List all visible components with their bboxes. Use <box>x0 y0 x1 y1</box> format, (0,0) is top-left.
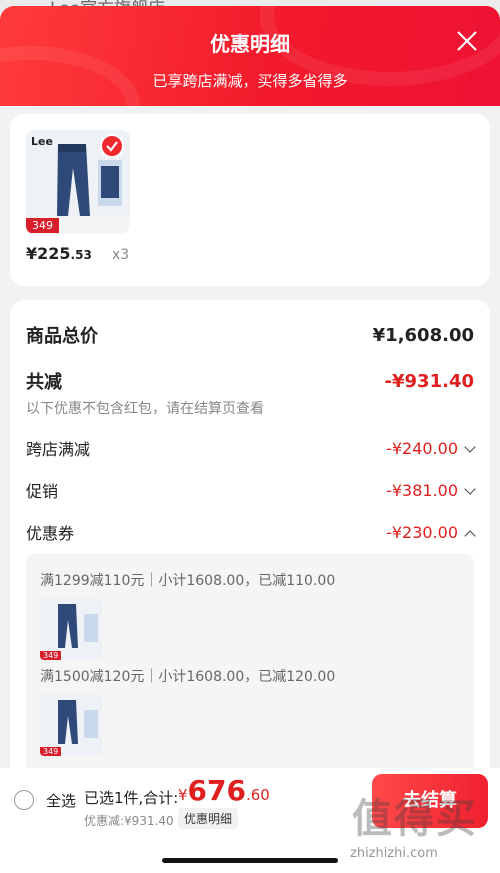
select-all-radio[interactable] <box>14 790 34 810</box>
discount-detail-header: 优惠明细 已享跨店满减，买得多省得多 <box>0 6 500 106</box>
watermark-url: zhizhizhi.com <box>350 846 438 861</box>
coupon-detail-panel: 满1299减110元｜小计1608.00，已减110.00 349 满1500减… <box>26 554 474 780</box>
thumb-badge-price: 349 <box>40 651 62 660</box>
discount-note: 以下优惠不包含红包，请在结算页查看 <box>26 401 264 417</box>
product-badge-price: 349 <box>26 218 59 233</box>
home-indicator <box>162 858 338 863</box>
discount-summary: 优惠减:¥931.40 <box>84 814 174 828</box>
close-icon[interactable] <box>456 30 478 52</box>
discount-value: -¥381.00 <box>386 480 458 500</box>
discount-summary-card: 商品总价 ¥1,608.00 共减 -¥931.40 以下优惠不包含红包，请在结… <box>10 300 490 780</box>
discount-label: 促销 <box>26 482 59 501</box>
total-label: 商品总价 <box>26 326 98 347</box>
total-value: ¥1,608.00 <box>372 324 474 346</box>
chevron-down-icon <box>464 440 476 453</box>
thumb-badge-price: 349 <box>40 747 62 756</box>
discount-detail-button[interactable]: 优惠明细 <box>178 808 239 829</box>
total-reduce-row: 共减 -¥931.40 <box>26 368 474 394</box>
coupon-product-thumb: 349 <box>40 598 102 660</box>
reduce-label: 共减 <box>26 372 62 393</box>
coupon-line: 满1299减110元｜小计1608.00，已减110.00 <box>40 573 336 589</box>
discount-value: -¥240.00 <box>386 438 458 458</box>
watermark-logo: 值得买 <box>352 796 478 842</box>
discount-row-coupon[interactable]: 优惠券 -¥230.00 <box>26 520 476 544</box>
selected-check-icon <box>100 134 124 158</box>
coupon-line: 满1500减120元｜小计1608.00，已减120.00 <box>40 669 336 685</box>
discount-value: -¥230.00 <box>386 522 458 542</box>
discount-row-promotion[interactable]: 促销 -¥381.00 <box>26 478 476 502</box>
discount-label: 跨店满减 <box>26 440 91 459</box>
select-all-label[interactable]: 全选 <box>46 790 76 811</box>
product-quantity: x3 <box>112 247 130 263</box>
sheet-title: 优惠明细 <box>210 32 290 56</box>
product-card: Lee 349 ¥225.53 x3 <box>10 114 490 286</box>
coupon-product-thumb: 349 <box>40 694 102 756</box>
discount-label: 优惠券 <box>26 524 75 543</box>
chevron-down-icon <box>464 482 476 495</box>
bottom-total: ¥676.60 <box>178 774 270 807</box>
product-image[interactable]: Lee 349 <box>26 130 130 234</box>
product-price: ¥225.53 <box>26 244 92 263</box>
total-price-row: 商品总价 ¥1,608.00 <box>26 322 474 348</box>
chevron-up-icon <box>464 529 476 542</box>
selected-count: 已选1件,合计: <box>84 789 179 807</box>
reduce-value: -¥931.40 <box>384 370 474 392</box>
discount-row-cross-store[interactable]: 跨店满减 -¥240.00 <box>26 436 476 460</box>
sheet-subtitle: 已享跨店满减，买得多省得多 <box>152 72 348 90</box>
